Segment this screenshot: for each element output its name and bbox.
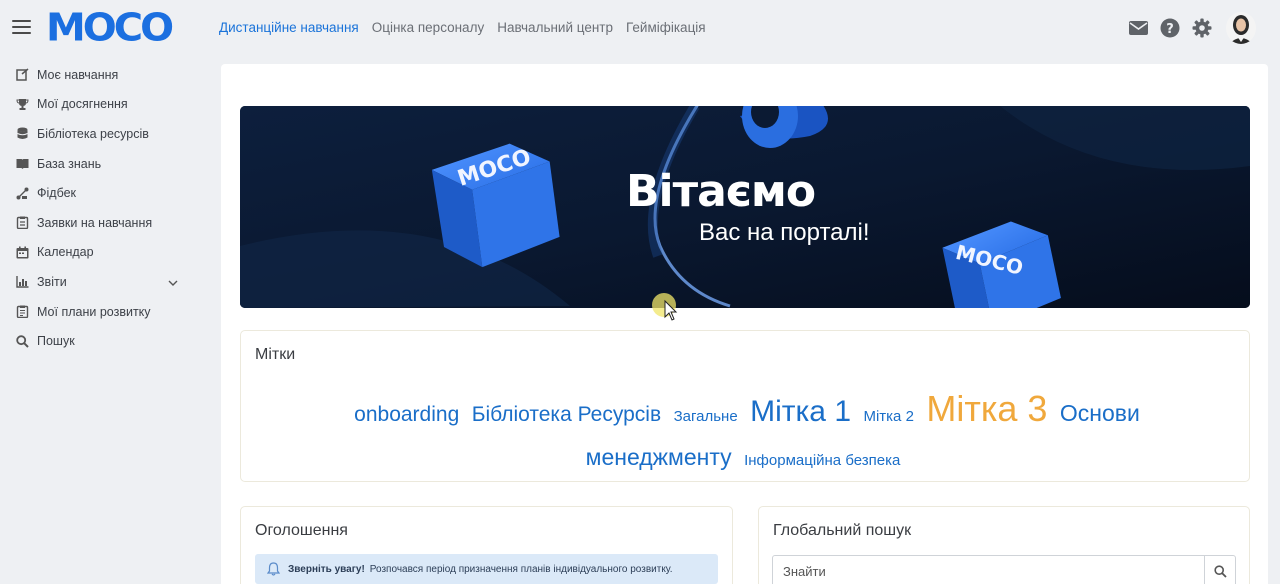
notice-strong: Зверніть увагу!	[288, 563, 365, 575]
logo[interactable]: MOCO	[46, 6, 174, 50]
sidebar-item-label: Фідбек	[37, 186, 77, 201]
gear-icon[interactable]	[1192, 18, 1212, 38]
sidebar: Моє навчання Мої досягнення Бібліотека р…	[0, 60, 200, 356]
tag-cloud: onboarding Бібліотека Ресурсів Загальне …	[241, 389, 1249, 481]
chevron-down-icon[interactable]	[168, 276, 178, 290]
calendar-icon	[16, 246, 29, 259]
global-search-button[interactable]	[1204, 556, 1235, 584]
tag-general[interactable]: Загальне	[674, 408, 738, 425]
mouse-cursor	[651, 292, 681, 329]
search-icon	[1213, 564, 1227, 578]
top-header: MOCO Дистанційне навчання Оцінка персона…	[0, 0, 1280, 58]
sidebar-item-search[interactable]: Пошук	[0, 326, 200, 356]
sidebar-item-resource-library[interactable]: Бібліотека ресурсів	[0, 119, 200, 149]
bell-icon	[267, 562, 280, 576]
sidebar-item-reports[interactable]: Звіти	[0, 267, 200, 297]
top-nav: Дистанційне навчання Оцінка персоналу На…	[219, 20, 719, 35]
avatar[interactable]	[1226, 12, 1256, 44]
tags-card-title: Мітки	[255, 346, 296, 363]
sidebar-item-development-plans[interactable]: Мої плани розвитку	[0, 297, 200, 327]
sidebar-item-achievements[interactable]: Мої досягнення	[0, 90, 200, 120]
sidebar-item-label: Пошук	[37, 334, 75, 349]
banner-title: Вітаємо	[626, 166, 816, 217]
tag-2[interactable]: Мітка 2	[863, 408, 913, 425]
search-icon	[16, 334, 29, 348]
plan-icon	[16, 305, 29, 319]
chart-icon	[16, 275, 29, 289]
sidebar-item-calendar[interactable]: Календар	[0, 238, 200, 268]
mail-icon[interactable]	[1128, 18, 1148, 38]
sidebar-item-knowledge-base[interactable]: База знань	[0, 149, 200, 179]
nav-personnel-assessment[interactable]: Оцінка персоналу	[372, 20, 484, 35]
global-search-input[interactable]	[773, 556, 1204, 584]
trophy-icon	[16, 98, 29, 111]
clipboard-icon	[16, 216, 29, 230]
main-content: MOCO MOCO Вітаємо Вас на порталі! Мітки …	[221, 64, 1268, 584]
database-icon	[16, 127, 29, 140]
help-icon[interactable]: ?	[1160, 18, 1180, 38]
welcome-banner[interactable]: MOCO MOCO Вітаємо Вас на порталі!	[240, 106, 1250, 308]
global-search-box	[772, 555, 1236, 584]
sidebar-item-label: Календар	[37, 245, 94, 260]
tags-card: Мітки onboarding Бібліотека Ресурсів Заг…	[240, 330, 1250, 482]
nav-training-center[interactable]: Навчальний центр	[497, 20, 613, 35]
sidebar-item-label: Моє навчання	[37, 67, 119, 82]
sidebar-item-training-requests[interactable]: Заявки на навчання	[0, 208, 200, 238]
nav-distance-learning[interactable]: Дистанційне навчання	[219, 20, 359, 35]
sidebar-item-label: База знань	[37, 156, 102, 171]
tag-3[interactable]: Мітка 3	[926, 388, 1047, 429]
sidebar-item-feedback[interactable]: Фідбек	[0, 178, 200, 208]
sidebar-item-label: Мої досягнення	[37, 97, 128, 112]
notice-text: Розпочався період призначення планів інд…	[369, 563, 673, 575]
sidebar-item-label: Звіти	[37, 274, 67, 289]
nav-gamification[interactable]: Гейміфікація	[626, 20, 706, 35]
learning-icon	[16, 68, 29, 82]
banner-subtitle: Вас на порталі!	[699, 219, 870, 246]
header-actions: ?	[1116, 12, 1256, 44]
global-search-title: Глобальний пошук	[773, 522, 912, 539]
announcements-card: Оголошення Зверніть увагу! Розпочався пе…	[240, 506, 733, 584]
tag-resource-library[interactable]: Бібліотека Ресурсів	[472, 403, 661, 426]
logo-text: MOCO	[46, 6, 174, 50]
sidebar-item-label: Заявки на навчання	[37, 215, 153, 230]
announcements-title: Оголошення	[255, 522, 348, 539]
sidebar-item-label: Бібліотека ресурсів	[37, 126, 149, 141]
svg-text:?: ?	[1166, 22, 1174, 37]
feedback-icon	[16, 187, 29, 200]
notice-alert[interactable]: Зверніть увагу! Розпочався період призна…	[255, 554, 718, 584]
book-icon	[16, 157, 29, 170]
sidebar-item-my-learning[interactable]: Моє навчання	[0, 60, 200, 90]
sidebar-item-label: Мої плани розвитку	[37, 304, 151, 319]
tag-onboarding[interactable]: onboarding	[354, 403, 459, 426]
tag-info-security[interactable]: Інформаційна безпека	[744, 452, 900, 469]
global-search-card: Глобальний пошук	[758, 506, 1250, 584]
tag-1[interactable]: Мітка 1	[750, 395, 851, 428]
menu-toggle-icon[interactable]	[12, 20, 31, 34]
